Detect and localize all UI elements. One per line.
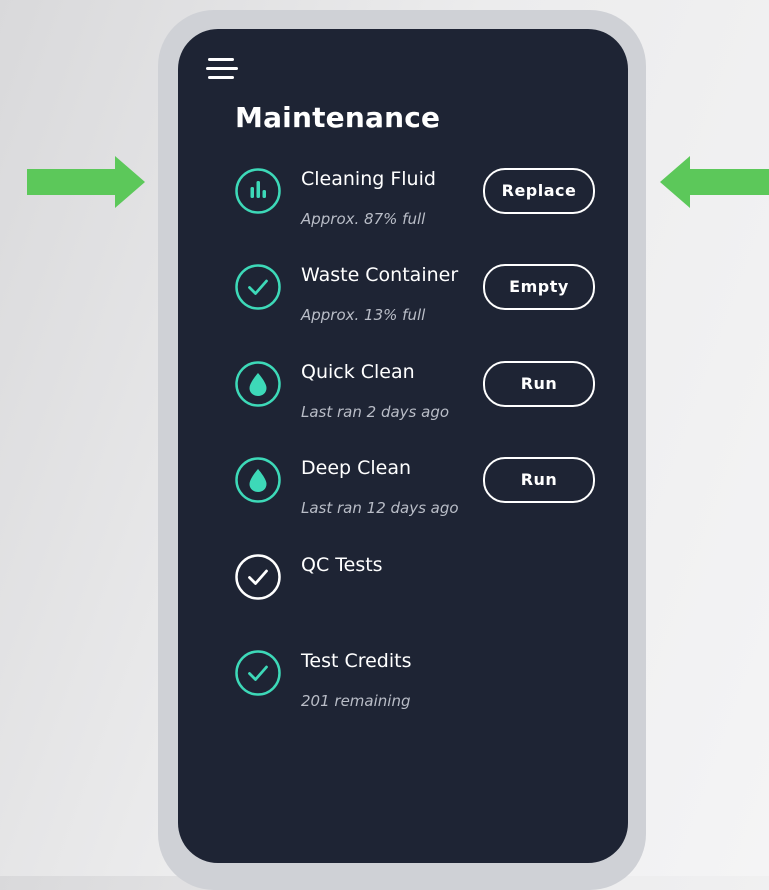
empty-button[interactable]: Empty — [483, 264, 595, 310]
list-item-qc-tests: QC Tests — [178, 552, 628, 632]
check-circle-icon — [235, 554, 281, 600]
list-item-cleaning-fluid: Cleaning Fluid Approx. 87% full Replace — [178, 166, 628, 246]
hamburger-menu-icon[interactable] — [206, 58, 240, 82]
item-name: Cleaning Fluid — [301, 168, 436, 190]
list-item-deep-clean: Deep Clean Last ran 12 days ago Run — [178, 455, 628, 535]
item-status: Last ran 12 days ago — [301, 499, 459, 517]
list-item-waste-container: Waste Container Approx. 13% full Empty — [178, 262, 628, 342]
left-arrow-icon — [660, 156, 769, 208]
item-status: 201 remaining — [301, 692, 411, 710]
item-status: Last ran 2 days ago — [301, 403, 450, 421]
item-name: Deep Clean — [301, 457, 412, 479]
item-name: Waste Container — [301, 264, 459, 286]
run-quick-clean-button[interactable]: Run — [483, 361, 595, 407]
item-status: Approx. 13% full — [301, 306, 426, 324]
item-name: Test Credits — [301, 650, 412, 672]
page-title: Maintenance — [235, 101, 441, 134]
list-item-test-credits: Test Credits 201 remaining — [178, 648, 628, 728]
phone-screen: Maintenance Cleaning Fluid Approx. 87% f… — [178, 29, 628, 863]
item-name: Quick Clean — [301, 361, 415, 383]
item-name: QC Tests — [301, 554, 383, 576]
bar-level-icon — [235, 168, 281, 214]
item-status: Approx. 87% full — [301, 210, 426, 228]
list-item-quick-clean: Quick Clean Last ran 2 days ago Run — [178, 359, 628, 439]
run-deep-clean-button[interactable]: Run — [483, 457, 595, 503]
droplet-icon — [235, 361, 281, 407]
droplet-icon — [235, 457, 281, 503]
check-circle-icon — [235, 650, 281, 696]
check-circle-icon — [235, 264, 281, 310]
replace-button[interactable]: Replace — [483, 168, 595, 214]
right-arrow-icon — [27, 156, 145, 208]
